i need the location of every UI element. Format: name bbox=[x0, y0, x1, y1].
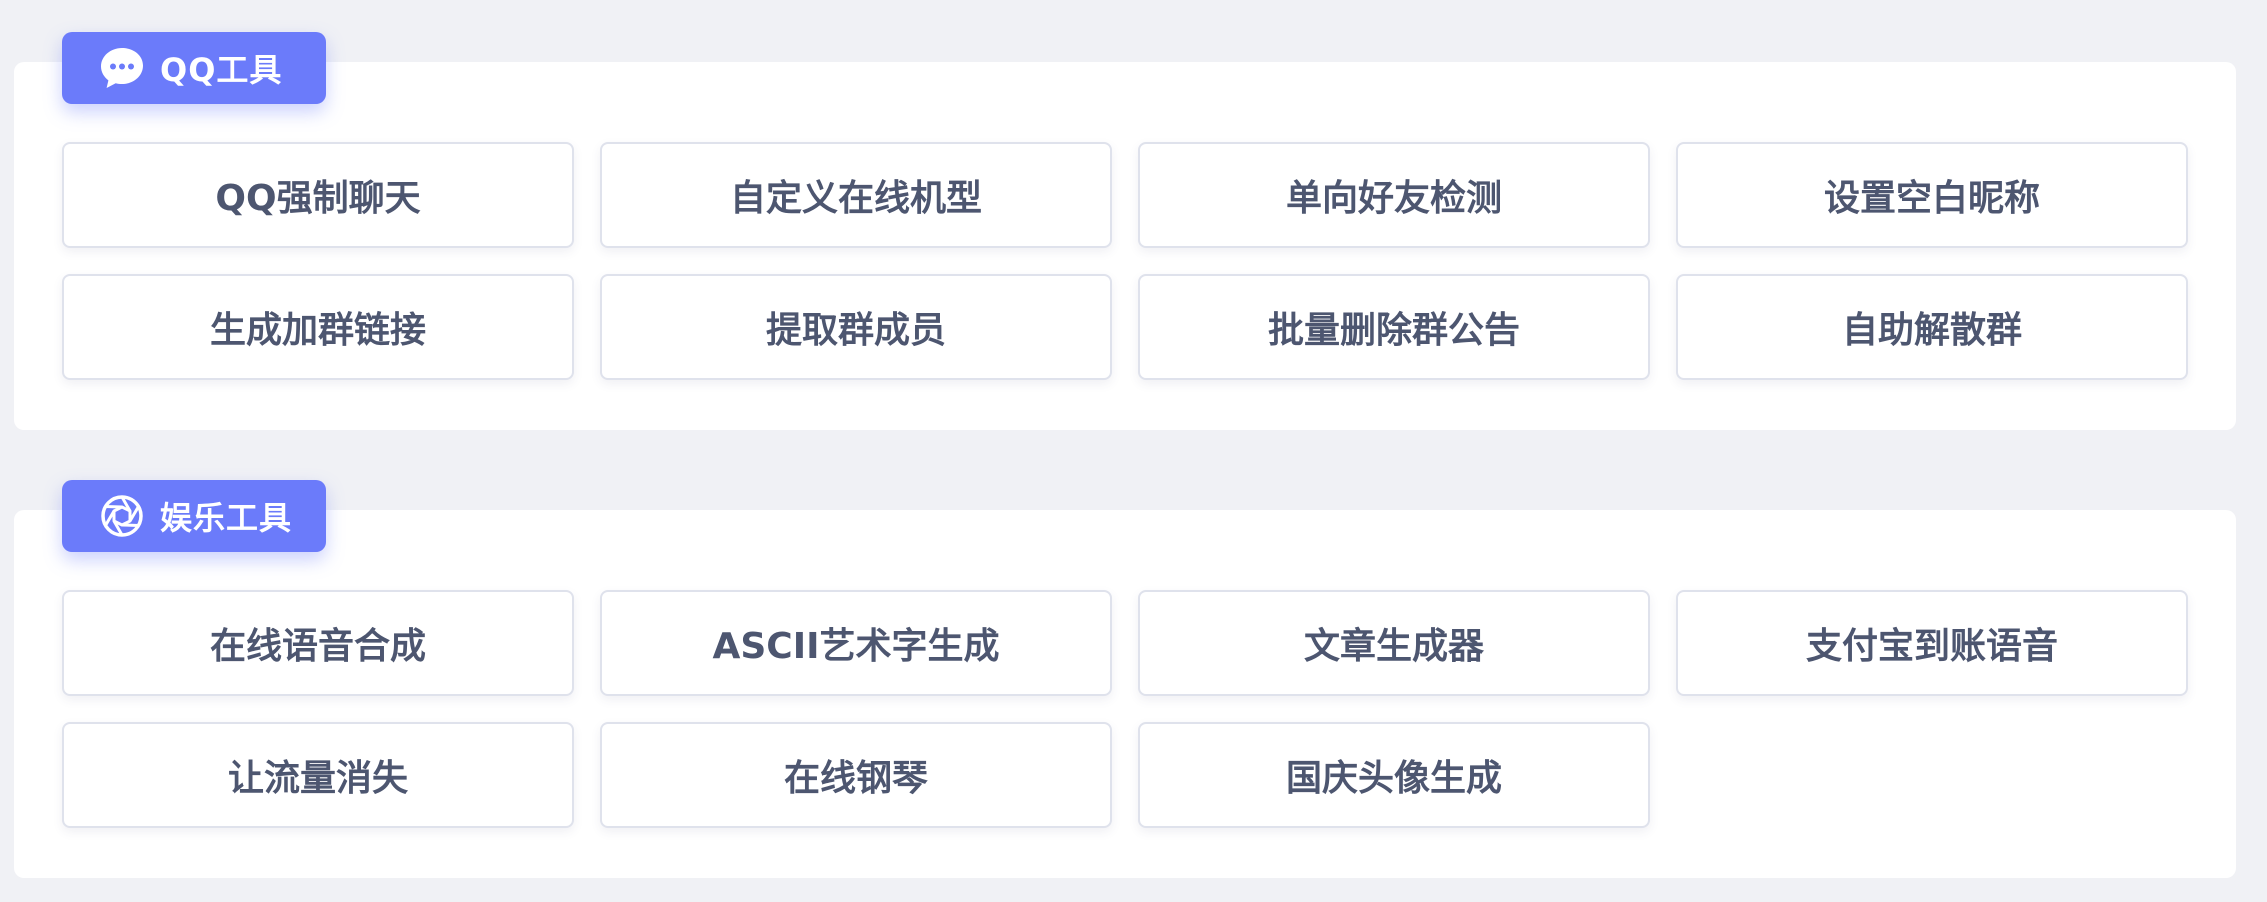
tool-batch-delete-announcements[interactable]: 批量删除群公告 bbox=[1138, 274, 1650, 380]
tool-traffic-vanish[interactable]: 让流量消失 bbox=[62, 722, 574, 828]
qq-tools-header: QQ工具 bbox=[62, 32, 326, 104]
tool-one-way-friend-check[interactable]: 单向好友检测 bbox=[1138, 142, 1650, 248]
tool-qq-force-chat[interactable]: QQ强制聊天 bbox=[62, 142, 574, 248]
tool-article-generator[interactable]: 文章生成器 bbox=[1138, 590, 1650, 696]
fun-tools-panel: 在线语音合成 ASCII艺术字生成 文章生成器 支付宝到账语音 让流量消失 在线… bbox=[14, 510, 2236, 878]
fun-tools-grid: 在线语音合成 ASCII艺术字生成 文章生成器 支付宝到账语音 让流量消失 在线… bbox=[62, 590, 2188, 828]
tool-group-join-link[interactable]: 生成加群链接 bbox=[62, 274, 574, 380]
tool-extract-group-members[interactable]: 提取群成员 bbox=[600, 274, 1112, 380]
tool-alipay-voice[interactable]: 支付宝到账语音 bbox=[1676, 590, 2188, 696]
tool-self-disband-group[interactable]: 自助解散群 bbox=[1676, 274, 2188, 380]
tool-national-day-avatar[interactable]: 国庆头像生成 bbox=[1138, 722, 1650, 828]
chat-bubble-icon bbox=[98, 44, 146, 92]
aperture-icon bbox=[98, 492, 146, 540]
fun-tools-title: 娱乐工具 bbox=[160, 499, 293, 537]
qq-tools-title: QQ工具 bbox=[160, 51, 283, 89]
qq-tools-grid: QQ强制聊天 自定义在线机型 单向好友检测 设置空白昵称 生成加群链接 提取群成… bbox=[62, 142, 2188, 380]
tool-custom-online-model[interactable]: 自定义在线机型 bbox=[600, 142, 1112, 248]
fun-tools-header: 娱乐工具 bbox=[62, 480, 326, 552]
tool-blank-nickname[interactable]: 设置空白昵称 bbox=[1676, 142, 2188, 248]
tool-online-tts[interactable]: 在线语音合成 bbox=[62, 590, 574, 696]
tool-ascii-art[interactable]: ASCII艺术字生成 bbox=[600, 590, 1112, 696]
qq-tools-panel: QQ强制聊天 自定义在线机型 单向好友检测 设置空白昵称 生成加群链接 提取群成… bbox=[14, 62, 2236, 430]
tool-online-piano[interactable]: 在线钢琴 bbox=[600, 722, 1112, 828]
